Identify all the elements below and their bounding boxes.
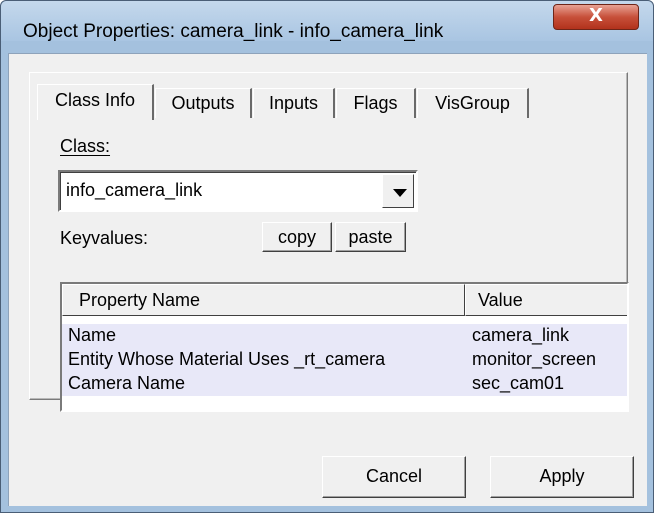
window-title: Object Properties: camera_link - info_ca…: [23, 21, 444, 42]
copy-button[interactable]: copy: [262, 222, 332, 252]
apply-button[interactable]: Apply: [490, 456, 634, 498]
cancel-button[interactable]: Cancel: [322, 456, 466, 498]
table-row[interactable]: Entity Whose Material Uses _rt_camera mo…: [62, 348, 627, 372]
class-dropdown-value: info_camera_link: [66, 180, 203, 200]
column-header-value[interactable]: Value: [465, 284, 627, 316]
tab-inputs[interactable]: Inputs: [253, 88, 335, 118]
tab-outputs[interactable]: Outputs: [155, 88, 252, 118]
property-name-cell: Camera Name: [68, 373, 186, 393]
title-bar[interactable]: Object Properties: camera_link - info_ca…: [1, 1, 653, 42]
keyvalues-label: Keyvalues:: [60, 228, 149, 248]
column-header-property-name[interactable]: Property Name: [62, 284, 465, 316]
paste-button[interactable]: paste: [335, 222, 406, 252]
class-dropdown[interactable]: info_camera_link: [58, 170, 418, 212]
class-label: Class:: [60, 136, 111, 156]
property-name-cell: Name: [68, 325, 117, 345]
table-row[interactable]: Camera Name sec_cam01: [62, 372, 627, 396]
property-name-cell: Entity Whose Material Uses _rt_camera: [68, 349, 386, 369]
tab-visgroup[interactable]: VisGroup: [417, 88, 529, 118]
tab-class-info[interactable]: Class Info: [37, 84, 154, 120]
keyvalues-list[interactable]: Property Name Value Name camera_link Ent…: [60, 282, 629, 412]
close-button[interactable]: X: [553, 4, 639, 30]
chevron-down-icon: [393, 189, 407, 197]
property-value-cell: monitor_screen: [472, 349, 597, 369]
property-value-cell: camera_link: [472, 325, 570, 345]
tab-flags[interactable]: Flags: [336, 88, 416, 118]
close-icon: X: [589, 5, 603, 26]
table-row[interactable]: Name camera_link: [62, 324, 627, 348]
dropdown-arrow-button[interactable]: [382, 174, 414, 208]
property-value-cell: sec_cam01: [472, 373, 565, 393]
